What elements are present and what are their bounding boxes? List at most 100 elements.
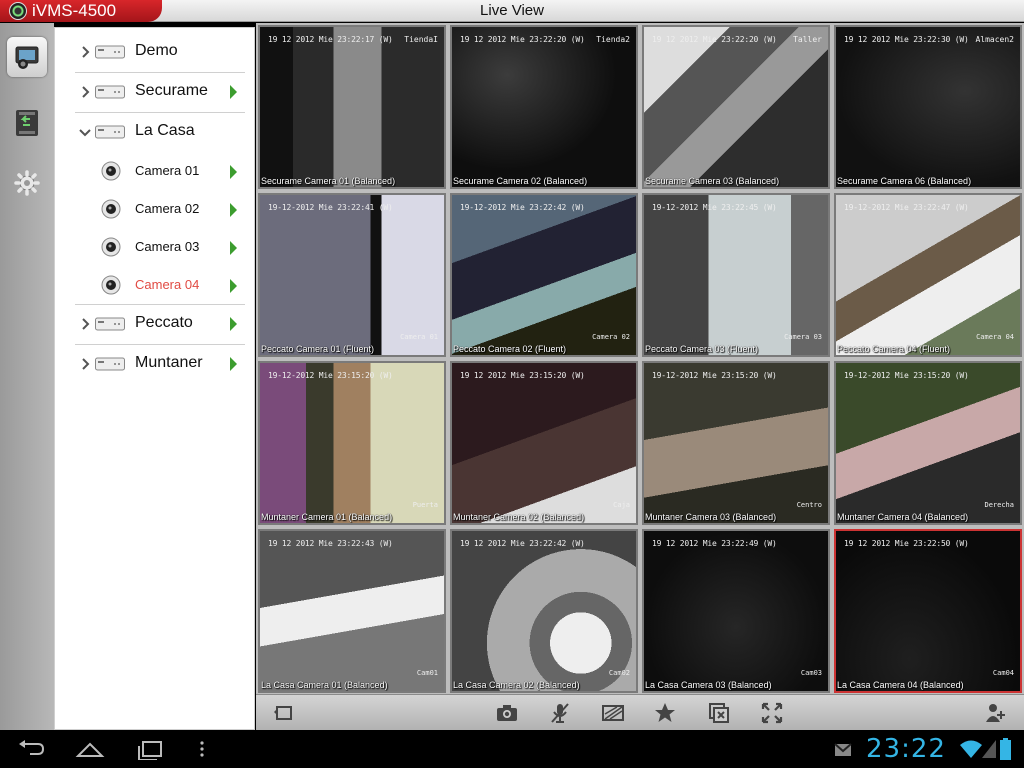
video-feed [260, 195, 444, 355]
play-icon[interactable] [230, 203, 237, 217]
gmail-notification-icon [834, 743, 852, 756]
audio-mute-icon [551, 703, 569, 723]
play-icon[interactable] [230, 85, 237, 99]
osd-channel-name: Taller [793, 35, 822, 44]
device-tree: Demo Securame La Casa Camera 01 Camera 02 Cam… [54, 27, 255, 730]
video-feed [452, 363, 636, 523]
snapshot-button[interactable] [496, 702, 518, 724]
close-all-icon [709, 703, 729, 723]
osd-camera-name: Camera 04 [976, 333, 1014, 341]
play-icon[interactable] [230, 279, 237, 293]
tile-caption: Muntaner Camera 01 (Balanced) [261, 512, 393, 522]
video-tile[interactable]: 19 12 2012 Mie 23:22:30 (W) Almacen2 Secur… [834, 25, 1022, 189]
dvr-device-icon [95, 317, 125, 331]
osd-camera-name: Camera 01 [400, 333, 438, 341]
video-tile[interactable]: 19 12 2012 Mie 23:15:20 (W) Caja Muntaner … [450, 361, 638, 525]
video-feed [836, 531, 1020, 691]
osd-timestamp: 19 12 2012 Mie 23:22:20 (W) [460, 35, 585, 44]
tile-caption: Securame Camera 06 (Balanced) [837, 176, 972, 186]
osd-camera-name: Puerta [412, 501, 438, 509]
video-tile[interactable]: 19-12-2012 Mie 23:22:41 (W) Camera 01 Pecc… [258, 193, 446, 357]
play-icon[interactable] [230, 165, 237, 179]
video-tile[interactable]: 19 12 2012 Mie 23:22:20 (W) Taller Securam… [642, 25, 830, 189]
playback-button[interactable] [7, 103, 47, 143]
dvr-device-icon [95, 85, 125, 99]
layout-icon [274, 706, 292, 720]
chevron-right-icon [82, 46, 90, 58]
favorite-button[interactable] [654, 702, 676, 724]
quality-icon [602, 705, 624, 721]
video-tile[interactable]: 19-12-2012 Mie 23:22:45 (W) Camera 03 Pecc… [642, 193, 830, 357]
tree-camera-camera-01[interactable]: Camera 01 [55, 152, 255, 192]
video-tile[interactable]: 19 12 2012 Mie 23:22:20 (W) Tienda2 Secura… [450, 25, 638, 189]
play-icon[interactable] [230, 317, 237, 331]
osd-channel-name: Tienda2 [596, 35, 630, 44]
ivms-logo-icon [9, 2, 27, 20]
overflow-menu-icon[interactable] [196, 738, 208, 760]
tree-camera-camera-02[interactable]: Camera 02 [55, 190, 255, 230]
osd-camera-name: Cam01 [416, 669, 438, 677]
close-all-button[interactable] [708, 702, 730, 724]
tree-camera-camera-04[interactable]: Camera 04 [55, 266, 255, 306]
tree-device-la-casa[interactable]: La Casa [55, 112, 255, 152]
osd-camera-name: Cam03 [800, 669, 822, 677]
video-feed [836, 363, 1020, 523]
ptz-icon [986, 704, 1005, 722]
tree-device-securame[interactable]: Securame [55, 72, 255, 112]
tree-device-muntaner[interactable]: Muntaner [55, 344, 255, 384]
video-feed [644, 531, 828, 691]
live-view-toolbar [256, 694, 1024, 730]
video-feed [644, 27, 828, 187]
chevron-right-icon [82, 86, 90, 98]
osd-timestamp: 19 12 2012 Mie 23:22:17 (W) [268, 35, 393, 44]
quality-button[interactable] [602, 702, 624, 724]
settings-button[interactable] [7, 163, 47, 203]
tile-caption: Peccato Camera 03 (Fluent) [645, 344, 759, 354]
play-icon[interactable] [230, 357, 237, 371]
system-nav-bar: 23:22 [0, 730, 1024, 768]
device-label: La Casa [135, 122, 195, 139]
video-tile[interactable]: 19 12 2012 Mie 23:22:17 (W) TiendaI Secura… [258, 25, 446, 189]
video-feed [836, 27, 1020, 187]
camera-icon [101, 275, 121, 295]
home-icon[interactable] [75, 738, 105, 760]
tile-caption: Peccato Camera 01 (Fluent) [261, 344, 375, 354]
recent-apps-icon[interactable] [135, 738, 165, 760]
live-view-button[interactable] [7, 37, 47, 77]
tile-caption: La Casa Camera 02 (Balanced) [453, 680, 580, 690]
video-tile[interactable]: 19 12 2012 Mie 23:22:50 (W) Cam04 La Casa … [834, 529, 1022, 693]
battery-icon [1000, 738, 1011, 760]
video-tile[interactable]: 19 12 2012 Mie 23:22:49 (W) Cam03 La Casa … [642, 529, 830, 693]
tile-caption: La Casa Camera 03 (Balanced) [645, 680, 772, 690]
layout-button[interactable] [272, 702, 294, 724]
back-icon[interactable] [16, 738, 46, 760]
fullscreen-icon [761, 702, 783, 724]
chevron-right-icon [82, 358, 90, 370]
device-label: Securame [135, 82, 208, 99]
video-tile[interactable]: 19-12-2012 Mie 23:22:42 (W) Camera 02 Pecc… [450, 193, 638, 357]
tree-device-demo[interactable]: Demo [55, 32, 255, 72]
audio-button[interactable] [549, 702, 571, 724]
tree-device-peccato[interactable]: Peccato [55, 304, 255, 344]
osd-timestamp: 19 12 2012 Mie 23:22:42 (W) [460, 539, 585, 548]
fullscreen-button[interactable] [761, 702, 783, 724]
video-tile[interactable]: 19-12-2012 Mie 23:15:20 (W) Centro Muntane… [642, 361, 830, 525]
tree-camera-camera-03[interactable]: Camera 03 [55, 228, 255, 268]
play-icon[interactable] [230, 241, 237, 255]
tile-caption: Peccato Camera 02 (Fluent) [453, 344, 567, 354]
settings-icon [14, 170, 40, 196]
osd-timestamp: 19-12-2012 Mie 23:15:20 (W) [844, 371, 969, 380]
video-tile[interactable]: 19 12 2012 Mie 23:22:42 (W) Cam02 La Casa … [450, 529, 638, 693]
osd-camera-name: Camera 03 [784, 333, 822, 341]
tile-caption: Muntaner Camera 02 (Balanced) [453, 512, 585, 522]
ptz-button[interactable] [984, 702, 1006, 724]
video-tile[interactable]: 19-12-2012 Mie 23:15:20 (W) Derecha Muntan… [834, 361, 1022, 525]
video-tile[interactable]: 19-12-2012 Mie 23:22:47 (W) Camera 04 Pecc… [834, 193, 1022, 357]
favorite-icon [655, 703, 675, 722]
video-tile[interactable]: 19-12-2012 Mie 23:15:20 (W) Puerta Muntane… [258, 361, 446, 525]
video-feed [836, 195, 1020, 355]
dvr-device-icon [95, 125, 125, 139]
tile-caption: La Casa Camera 01 (Balanced) [261, 680, 388, 690]
video-tile[interactable]: 19 12 2012 Mie 23:22:43 (W) Cam01 La Casa … [258, 529, 446, 693]
osd-timestamp: 19-12-2012 Mie 23:22:42 (W) [460, 203, 585, 212]
